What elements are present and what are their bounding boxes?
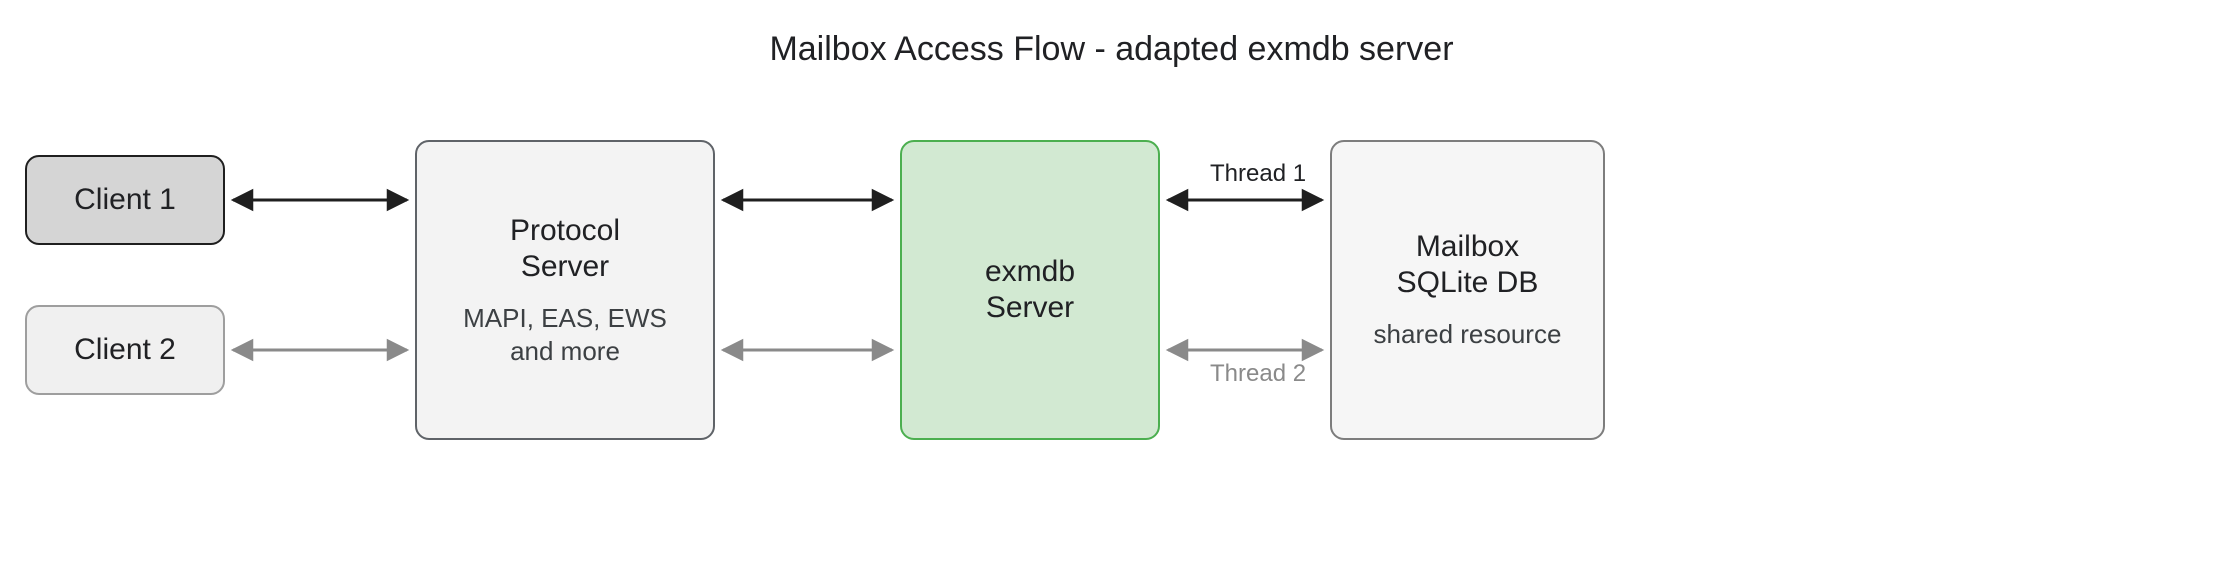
diagram-title: Mailbox Access Flow - adapted exmdb serv… (0, 30, 2223, 69)
label-thread-1: Thread 1 (1210, 160, 1306, 188)
exmdb-line1: exmdb (985, 254, 1075, 290)
node-client-2-label: Client 2 (74, 332, 176, 368)
exmdb-line2: Server (986, 290, 1074, 326)
node-client-1-label: Client 1 (74, 182, 176, 218)
node-client-2: Client 2 (25, 305, 225, 395)
mailbox-line1: Mailbox (1416, 229, 1519, 265)
mailbox-line2: SQLite DB (1397, 265, 1539, 301)
node-client-1: Client 1 (25, 155, 225, 245)
protocol-sub2: and more (510, 336, 620, 367)
diagram-canvas: Mailbox Access Flow - adapted exmdb serv… (0, 0, 2223, 573)
protocol-line2: Server (521, 249, 609, 285)
node-exmdb-server: exmdb Server (900, 140, 1160, 440)
label-thread-2: Thread 2 (1210, 360, 1306, 388)
node-protocol-server: Protocol Server MAPI, EAS, EWS and more (415, 140, 715, 440)
mailbox-sub1: shared resource (1374, 319, 1562, 350)
protocol-line1: Protocol (510, 213, 620, 249)
node-mailbox-db: Mailbox SQLite DB shared resource (1330, 140, 1605, 440)
protocol-sub1: MAPI, EAS, EWS (463, 303, 667, 334)
